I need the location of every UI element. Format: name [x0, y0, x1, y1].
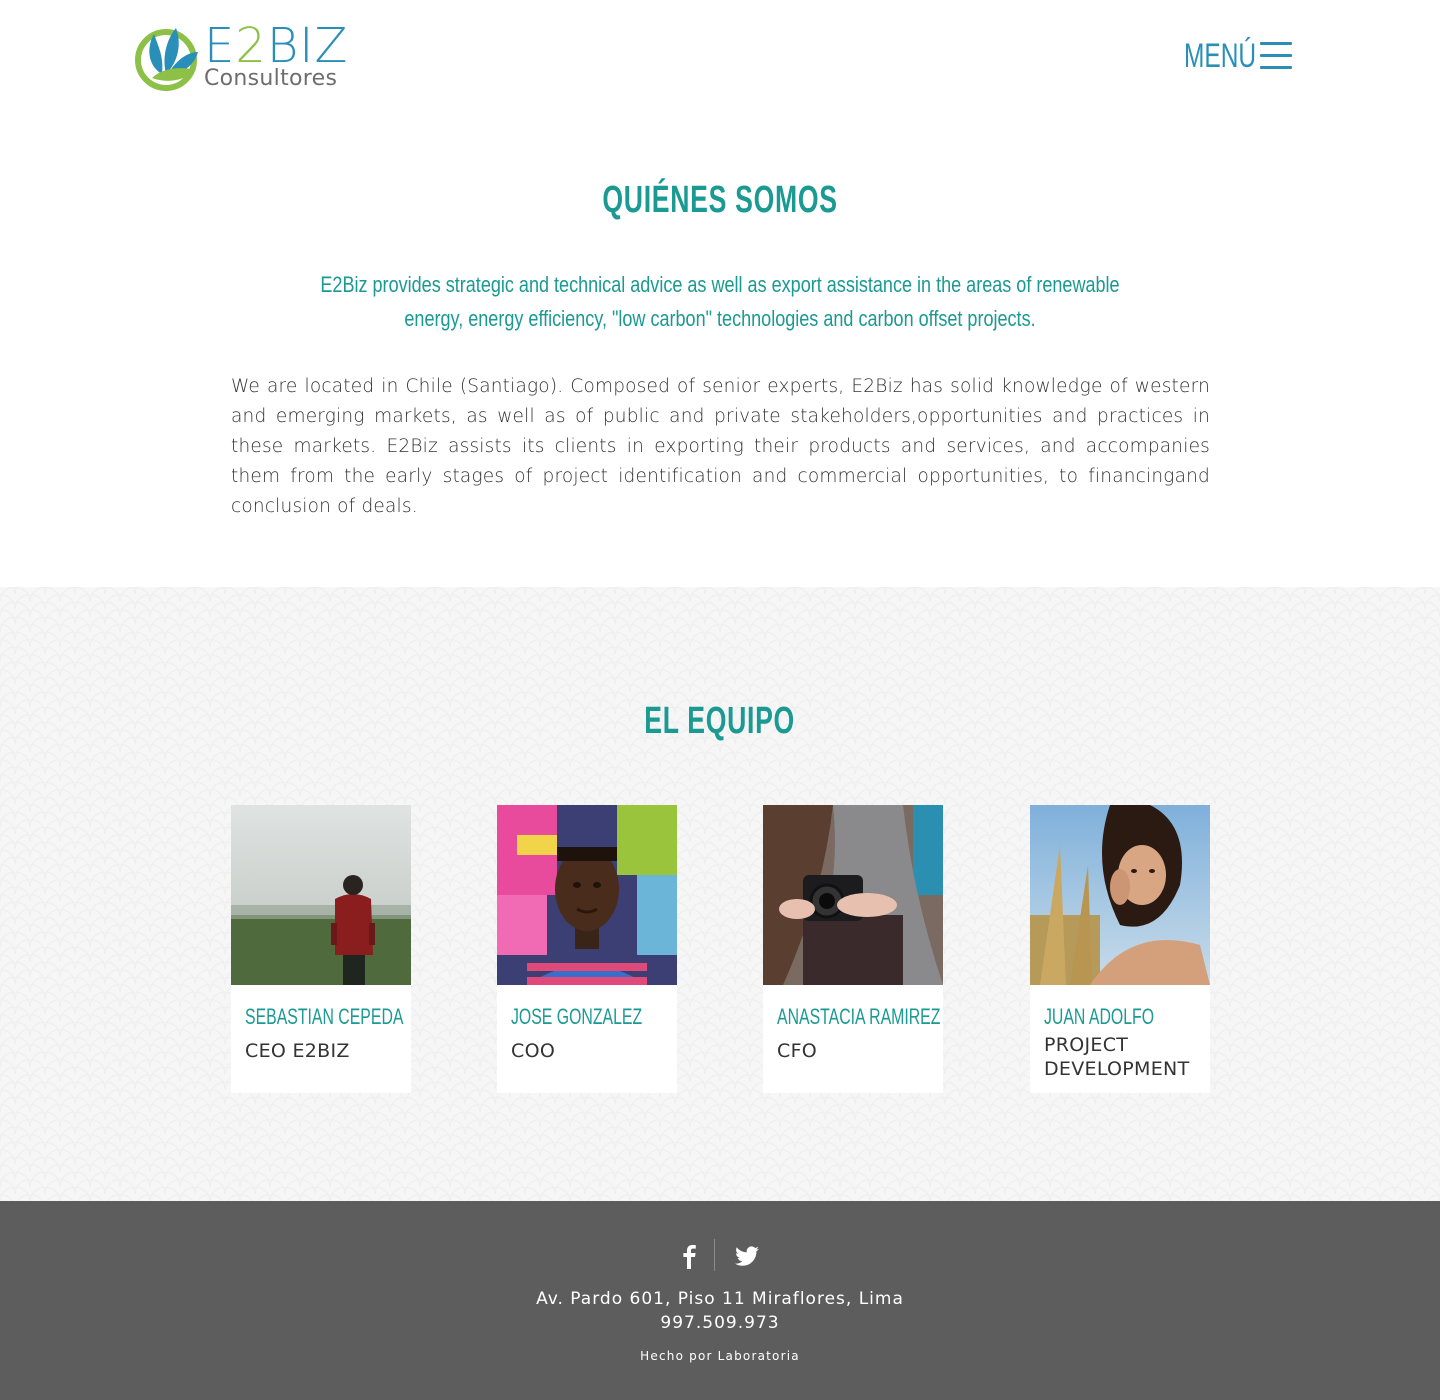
- team-member-role: COO: [511, 1040, 556, 1062]
- team-member-role: CFO: [777, 1040, 818, 1062]
- team-member-name: JOSE GONZALEZ: [511, 1002, 681, 1032]
- facebook-icon[interactable]: [678, 1243, 700, 1269]
- team-member-name-text: JUAN ADOLFO: [1044, 1004, 1155, 1029]
- team-member-name-text: SEBASTIAN CEPEDA: [245, 1004, 404, 1029]
- brand-wordmark: E2BIZ: [204, 20, 348, 72]
- footer-phone[interactable]: 997.509.973: [0, 1311, 1440, 1335]
- about-title-text: QUIÉNES SOMOS: [602, 179, 838, 221]
- credit-link[interactable]: Hecho por Laboratoria: [640, 1349, 800, 1363]
- site-footer: Av. Pardo 601, Piso 11 Miraflores, Lima …: [0, 1201, 1440, 1400]
- about-body: We are located in Chile (Santiago). Comp…: [231, 376, 1210, 517]
- team-member-name-text: ANASTACIA RAMIREZ: [777, 1004, 941, 1029]
- menu-label: MENÚ: [1184, 37, 1257, 75]
- team-member-name: JUAN ADOLFO: [1044, 1002, 1214, 1032]
- team-member-photo: [1030, 805, 1210, 985]
- footer-credit: Hecho por Laboratoria: [0, 1347, 1440, 1365]
- team-member-photo: [231, 805, 411, 985]
- about-lead: E2Biz provides strategic and technical a…: [300, 268, 1140, 336]
- footer-address: Av. Pardo 601, Piso 11 Miraflores, Lima: [536, 1289, 904, 1309]
- team-member-name-text: JOSE GONZALEZ: [511, 1004, 643, 1029]
- site-header: E2BIZ Consultores MENÚ: [0, 0, 1440, 120]
- brand-logo[interactable]: E2BIZ Consultores: [132, 20, 347, 94]
- team-card: SEBASTIAN CEPEDA CEO E2BIZ: [231, 805, 411, 1093]
- about-lead-text: E2Biz provides strategic and technical a…: [320, 272, 1120, 331]
- team-title: EL EQUIPO: [0, 697, 1440, 745]
- team-member-photo: [497, 805, 677, 985]
- social-divider: [714, 1239, 715, 1271]
- hamburger-icon: [1260, 42, 1294, 70]
- menu-button[interactable]: MENÚ: [1184, 36, 1296, 76]
- about-title: QUIÉNES SOMOS: [0, 176, 1440, 224]
- team-title-text: EL EQUIPO: [644, 700, 796, 742]
- leaf-logo-icon: [135, 28, 198, 91]
- team-member-name: ANASTACIA RAMIREZ: [777, 1002, 947, 1032]
- team-member-photo: [763, 805, 943, 985]
- brand-subtitle: Consultores: [204, 66, 338, 91]
- team-card: JUAN ADOLFO PROJECT DEVELOPMENT: [1030, 805, 1210, 1093]
- social-links: [672, 1237, 768, 1275]
- team-section: EL EQUIPO SEBASTIAN CEPEDA CEO E2BIZ JOS…: [0, 587, 1440, 1201]
- team-card: JOSE GONZALEZ COO: [497, 805, 677, 1093]
- team-member-role: CEO E2BIZ: [245, 1040, 350, 1062]
- team-member-role: PROJECT DEVELOPMENT: [1044, 1034, 1190, 1080]
- twitter-icon[interactable]: [734, 1243, 760, 1269]
- team-card: ANASTACIA RAMIREZ CFO: [763, 805, 943, 1093]
- team-member-name: SEBASTIAN CEPEDA: [245, 1002, 415, 1032]
